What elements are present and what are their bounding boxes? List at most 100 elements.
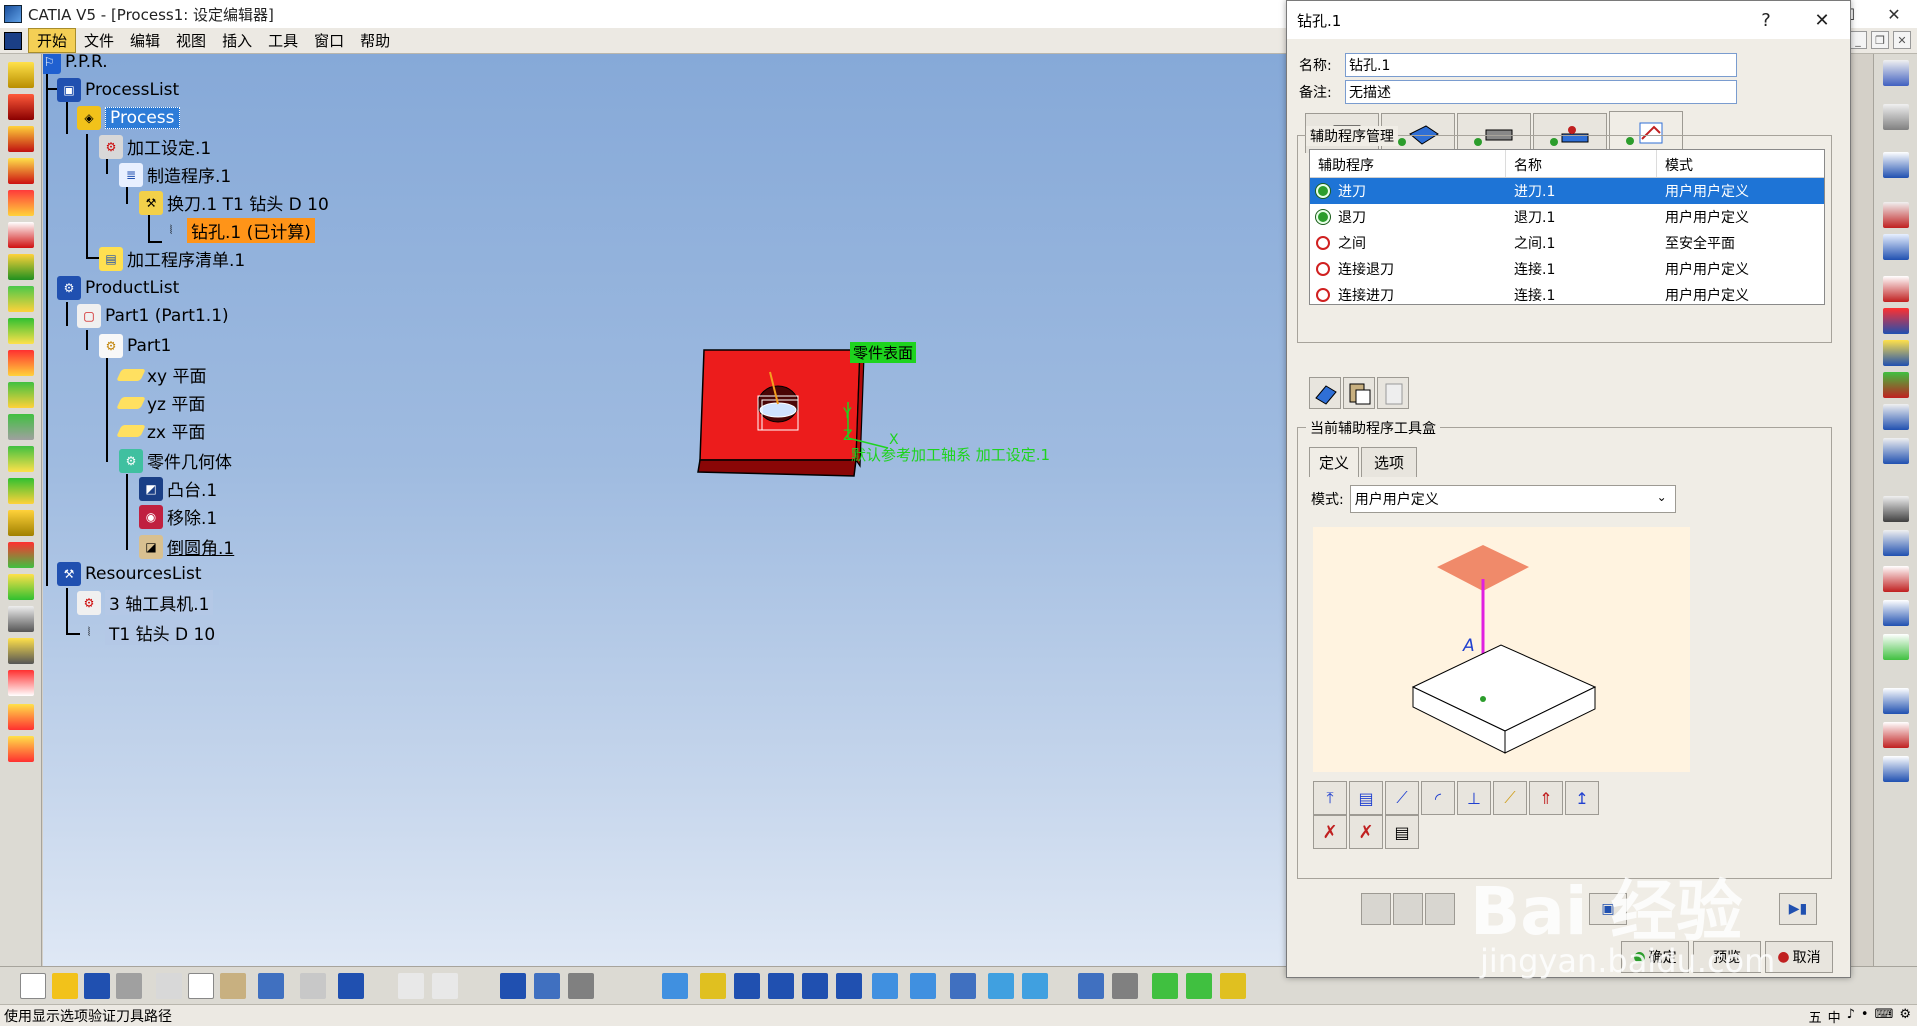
transform-icon[interactable] <box>1883 722 1909 748</box>
menu-tools[interactable]: 工具 <box>260 29 306 52</box>
info-button[interactable]: ▣ <box>1589 893 1627 925</box>
add-direction-motion-button[interactable]: ⟋ <box>1493 781 1527 815</box>
analysis-button[interactable]: ▶▮ <box>1779 893 1817 925</box>
multi-axis-icon[interactable] <box>1883 688 1909 714</box>
cancel-button[interactable]: ● 取消 <box>1765 941 1833 973</box>
drill-op-icon[interactable] <box>8 62 34 88</box>
ream-icon[interactable] <box>8 222 34 248</box>
remove-all-motions-button[interactable]: ✗ <box>1349 815 1383 849</box>
nc-manufacturing-icon[interactable] <box>1883 60 1909 86</box>
add-ramp-motion-button[interactable]: ⟋ <box>1385 781 1419 815</box>
name-field[interactable] <box>1345 53 1737 77</box>
tree-node-tool[interactable]: ⦚ T1 钻头 D 10 <box>77 620 220 645</box>
face-op-icon[interactable] <box>8 478 34 504</box>
new-file-icon[interactable] <box>20 973 46 999</box>
col-name[interactable]: 名称 <box>1506 150 1657 177</box>
ime-punct-icon[interactable]: • <box>1861 1007 1869 1026</box>
shading-icon[interactable] <box>950 973 976 999</box>
swap-view-icon[interactable] <box>1022 973 1048 999</box>
tree-node-chamfer[interactable]: ◪ 倒圆角.1 <box>139 534 234 559</box>
lock-icon[interactable] <box>568 973 594 999</box>
tool-replay-photo-button[interactable] <box>1393 893 1423 925</box>
menu-help[interactable]: 帮助 <box>352 29 398 52</box>
tab-options[interactable]: 选项 <box>1361 447 1417 477</box>
3d-viewport[interactable]: ⚐ P.P.R. ▣ ProcessList ◈ Process ⚙ 加工设定.… <box>43 54 1286 966</box>
cut-icon[interactable] <box>156 973 182 999</box>
report-icon[interactable] <box>1883 600 1909 626</box>
axis-system-label[interactable]: 默认参考加工轴系 加工设定.1 <box>851 444 1050 465</box>
add-motion-list-button[interactable]: ▤ <box>1349 781 1383 815</box>
compare-icon[interactable] <box>1883 634 1909 660</box>
menu-insert[interactable]: 插入 <box>214 29 260 52</box>
layer-icon[interactable] <box>1078 973 1104 999</box>
analysis-icon[interactable] <box>8 542 34 568</box>
macro-eraser-button[interactable] <box>1309 377 1341 409</box>
tree-node-yz-plane[interactable]: yz 平面 <box>116 390 205 415</box>
add-vertical-motion-button[interactable]: ⇑ <box>1529 781 1563 815</box>
menu-edit[interactable]: 编辑 <box>122 29 168 52</box>
machine-rotation-icon[interactable] <box>8 704 34 730</box>
save-icon[interactable] <box>84 973 110 999</box>
tree-node-zx-plane[interactable]: zx 平面 <box>116 418 205 443</box>
catalog-icon[interactable] <box>534 973 560 999</box>
hide-show-icon[interactable] <box>988 973 1014 999</box>
add-point-motion-button[interactable]: ↥ <box>1565 781 1599 815</box>
print-icon[interactable] <box>116 973 142 999</box>
comment-icon[interactable] <box>432 973 458 999</box>
menu-view[interactable]: 视图 <box>168 29 214 52</box>
tree-node-drilling[interactable]: ⦚ 钻孔.1 (已计算) <box>159 218 315 243</box>
tool-replay-video-button[interactable] <box>1425 893 1455 925</box>
document-icon[interactable] <box>1883 566 1909 592</box>
tree-node-machining-setup[interactable]: ⚙ 加工设定.1 <box>99 134 211 159</box>
menu-window[interactable]: 窗口 <box>306 29 352 52</box>
normal-view-icon[interactable] <box>872 973 898 999</box>
undo-icon[interactable] <box>258 973 284 999</box>
doc-close-button[interactable]: ✕ <box>1893 31 1911 49</box>
redo-icon[interactable] <box>300 973 326 999</box>
col-macro[interactable]: 辅助程序 <box>1310 150 1506 177</box>
table-row[interactable]: 进刀 进刀.1 用户用户定义 <box>1310 178 1824 204</box>
tree-node-pad[interactable]: ◩ 凸台.1 <box>139 476 217 501</box>
copy-transform-icon[interactable] <box>8 736 34 762</box>
preview-button[interactable]: 预览 <box>1693 941 1761 973</box>
select-icon[interactable] <box>1883 152 1909 178</box>
add-circular-motion-button[interactable]: ◜ <box>1421 781 1455 815</box>
col-mode[interactable]: 模式 <box>1657 150 1817 177</box>
profile-op-icon[interactable] <box>8 414 34 440</box>
tree-node-process-list[interactable]: ▣ ProcessList <box>57 78 179 102</box>
paste-icon[interactable] <box>220 973 246 999</box>
menu-start[interactable]: 开始 <box>28 28 77 53</box>
macro-paste-button[interactable] <box>1343 377 1375 409</box>
document-menu-icon[interactable] <box>4 31 22 50</box>
pocket-op-icon[interactable] <box>8 382 34 408</box>
ime-wubi-icon[interactable]: 五 <box>1809 1007 1822 1026</box>
tree-node-part1-instance[interactable]: ▢ Part1 (Part1.1) <box>77 304 229 328</box>
macro-properties-button[interactable] <box>1377 377 1409 409</box>
post-process-icon[interactable] <box>1883 496 1909 522</box>
tree-node-part-body[interactable]: ⚙ 零件几何体 <box>119 448 232 473</box>
comment-field[interactable] <box>1345 80 1737 104</box>
export-icon[interactable] <box>1883 756 1909 782</box>
tree-node-machining-list[interactable]: ▤ 加工程序清单.1 <box>99 246 245 271</box>
table-row[interactable]: 之间 之间.1 至安全平面 <box>1310 230 1824 256</box>
tree-node-pocket[interactable]: ◉ 移除.1 <box>139 504 217 529</box>
dialog-help-button[interactable]: ? <box>1738 1 1794 39</box>
ime-settings-icon[interactable]: ⚙ <box>1899 1007 1911 1026</box>
fly-icon[interactable] <box>662 973 688 999</box>
spot-drill-icon[interactable] <box>8 94 34 120</box>
close-button[interactable]: ✕ <box>1871 0 1917 28</box>
program-icon[interactable] <box>1883 234 1909 260</box>
menu-file[interactable]: 文件 <box>76 29 122 52</box>
tree-node-xy-plane[interactable]: xy 平面 <box>116 362 207 387</box>
replay-icon[interactable] <box>1883 340 1909 366</box>
ok-button[interactable]: ● 确定 <box>1621 941 1689 973</box>
sort-icon[interactable] <box>1883 438 1909 464</box>
pattern-icon[interactable] <box>8 574 34 600</box>
machining-axis-icon[interactable] <box>8 606 34 632</box>
formula-icon[interactable] <box>398 973 424 999</box>
point-cloud-icon[interactable] <box>1883 404 1909 430</box>
tree-node-tool-change[interactable]: ⚒ 换刀.1 T1 钻头 D 10 <box>139 190 329 215</box>
table-row[interactable]: 退刀 退刀.1 用户用户定义 <box>1310 204 1824 230</box>
counterbore-icon[interactable] <box>8 190 34 216</box>
dialog-close-button[interactable]: ✕ <box>1794 1 1850 39</box>
